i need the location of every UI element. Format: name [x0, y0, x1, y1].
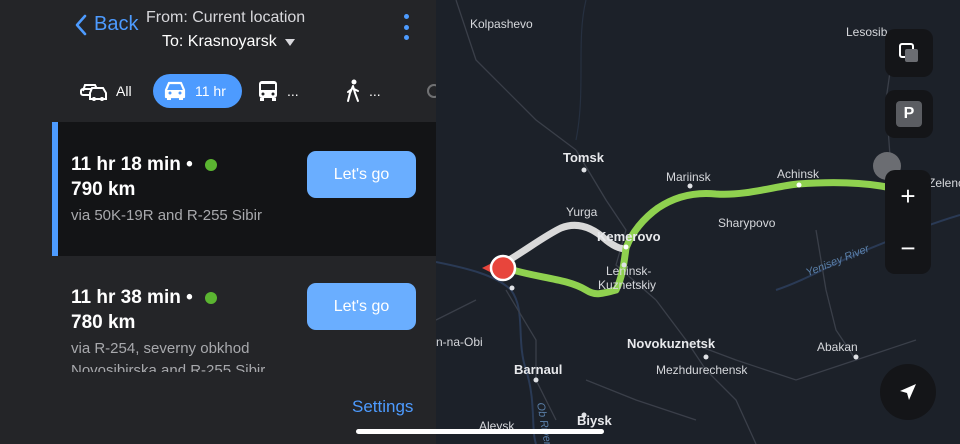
route-1-time: 11 hr 18 min • 790 km: [71, 152, 217, 202]
bike-icon: [427, 84, 436, 98]
layers-button[interactable]: [885, 29, 933, 77]
map-label-city: Sharypovo: [718, 216, 776, 230]
dot: [403, 24, 409, 30]
zoom-out-button[interactable]: −: [885, 222, 931, 274]
map-label-city: Tomsk: [563, 150, 604, 165]
bus-icon: [259, 81, 277, 101]
route-1-via: via 50K-19R and R-255 Sibir: [71, 207, 262, 224]
tab-car[interactable]: 11 hr: [153, 74, 242, 108]
tab-walking[interactable]: ...: [345, 74, 381, 108]
my-location-button[interactable]: [880, 364, 936, 420]
map-label-city: Biysk: [577, 413, 612, 428]
more-options-button[interactable]: [400, 14, 412, 40]
lets-go-button[interactable]: Let's go: [307, 151, 416, 198]
caret-down-icon: [284, 38, 295, 46]
eco-leaf-icon: [204, 158, 217, 171]
back-label: Back: [94, 13, 139, 35]
navigation-arrow-icon: [900, 384, 916, 400]
route-header: Back From: Current location To: Krasnoya…: [0, 0, 436, 64]
map-label-city: Barnaul: [514, 362, 563, 377]
route-panel: Back From: Current location To: Krasnoya…: [0, 0, 436, 444]
route-option-1[interactable]: 11 hr 18 min • 790 km via 50K-19R and R-…: [52, 122, 436, 256]
tab-walking-label: ...: [369, 83, 381, 99]
map-label-city: Kemerovo: [597, 229, 661, 244]
plus-icon: +: [900, 180, 916, 211]
route-to-selector[interactable]: To: Krasnoyarsk: [162, 33, 295, 51]
map-label-city: Leninsk-: [606, 264, 652, 278]
eco-leaf-icon: [204, 291, 217, 304]
back-button[interactable]: Back: [74, 13, 138, 36]
map-label-city: Zelenc: [928, 176, 960, 190]
dot: [403, 35, 409, 40]
map-label-city: Kolpashevo: [470, 17, 533, 31]
route-2-time: 11 hr 38 min • 780 km: [71, 285, 217, 335]
tab-more[interactable]: [424, 74, 436, 108]
layers-icon: [899, 43, 918, 62]
dot: [403, 14, 409, 19]
map-label-city: Abakan: [817, 340, 858, 354]
map-label-city: Novokuznetsk: [627, 336, 716, 351]
route-2-distance: 780 km: [71, 312, 136, 333]
route-1-duration: 11 hr 18 min •: [71, 154, 193, 175]
map-label-city: Kuznetskiy: [598, 278, 657, 292]
map-label-city: Mariinsk: [666, 170, 711, 184]
parking-icon: P: [896, 101, 922, 127]
map-label-city: Lesosib: [846, 25, 888, 39]
parking-button[interactable]: P: [885, 90, 933, 138]
minus-icon: −: [900, 232, 916, 263]
lets-go-button[interactable]: Let's go: [307, 283, 416, 330]
tab-car-label: 11 hr: [195, 83, 226, 99]
zoom-in-button[interactable]: +: [885, 170, 931, 222]
route-from: From: Current location: [146, 9, 306, 26]
map-label-city: Yurga: [566, 205, 598, 219]
chevron-left-icon: [75, 14, 87, 35]
tab-transit-label: ...: [287, 83, 299, 99]
tab-all-label: All: [116, 83, 132, 99]
route-1-distance: 790 km: [71, 179, 136, 200]
tab-transit[interactable]: ...: [257, 74, 299, 108]
map-view[interactable]: Kolpashevo Lesosib Tomsk Mariinsk Achins…: [436, 0, 960, 444]
cars-icon: [80, 84, 107, 101]
map-label-city: Achinsk: [777, 167, 820, 181]
car-icon: [164, 81, 186, 100]
map-label-city: n-na-Obi: [436, 335, 483, 349]
home-indicator[interactable]: [356, 429, 604, 434]
route-2-duration: 11 hr 38 min •: [71, 287, 193, 308]
zoom-controls: + −: [885, 170, 931, 274]
settings-link[interactable]: Settings: [352, 397, 413, 417]
route-to-label: To: Krasnoyarsk: [162, 33, 277, 50]
map-canvas: [436, 0, 960, 444]
transport-mode-tabs: All 11 hr ... ...: [0, 72, 436, 112]
map-label-city: Mezhdurechensk: [656, 363, 748, 377]
route-option-2[interactable]: 11 hr 38 min • 780 km via R-254, severny…: [52, 256, 436, 372]
selected-indicator: [52, 122, 58, 256]
tab-all-modes[interactable]: All: [80, 74, 132, 108]
pedestrian-icon: [347, 79, 359, 102]
parking-label: P: [903, 105, 915, 122]
route-2-via: via R-254, severny obkhod Novosibirska a…: [71, 340, 266, 372]
